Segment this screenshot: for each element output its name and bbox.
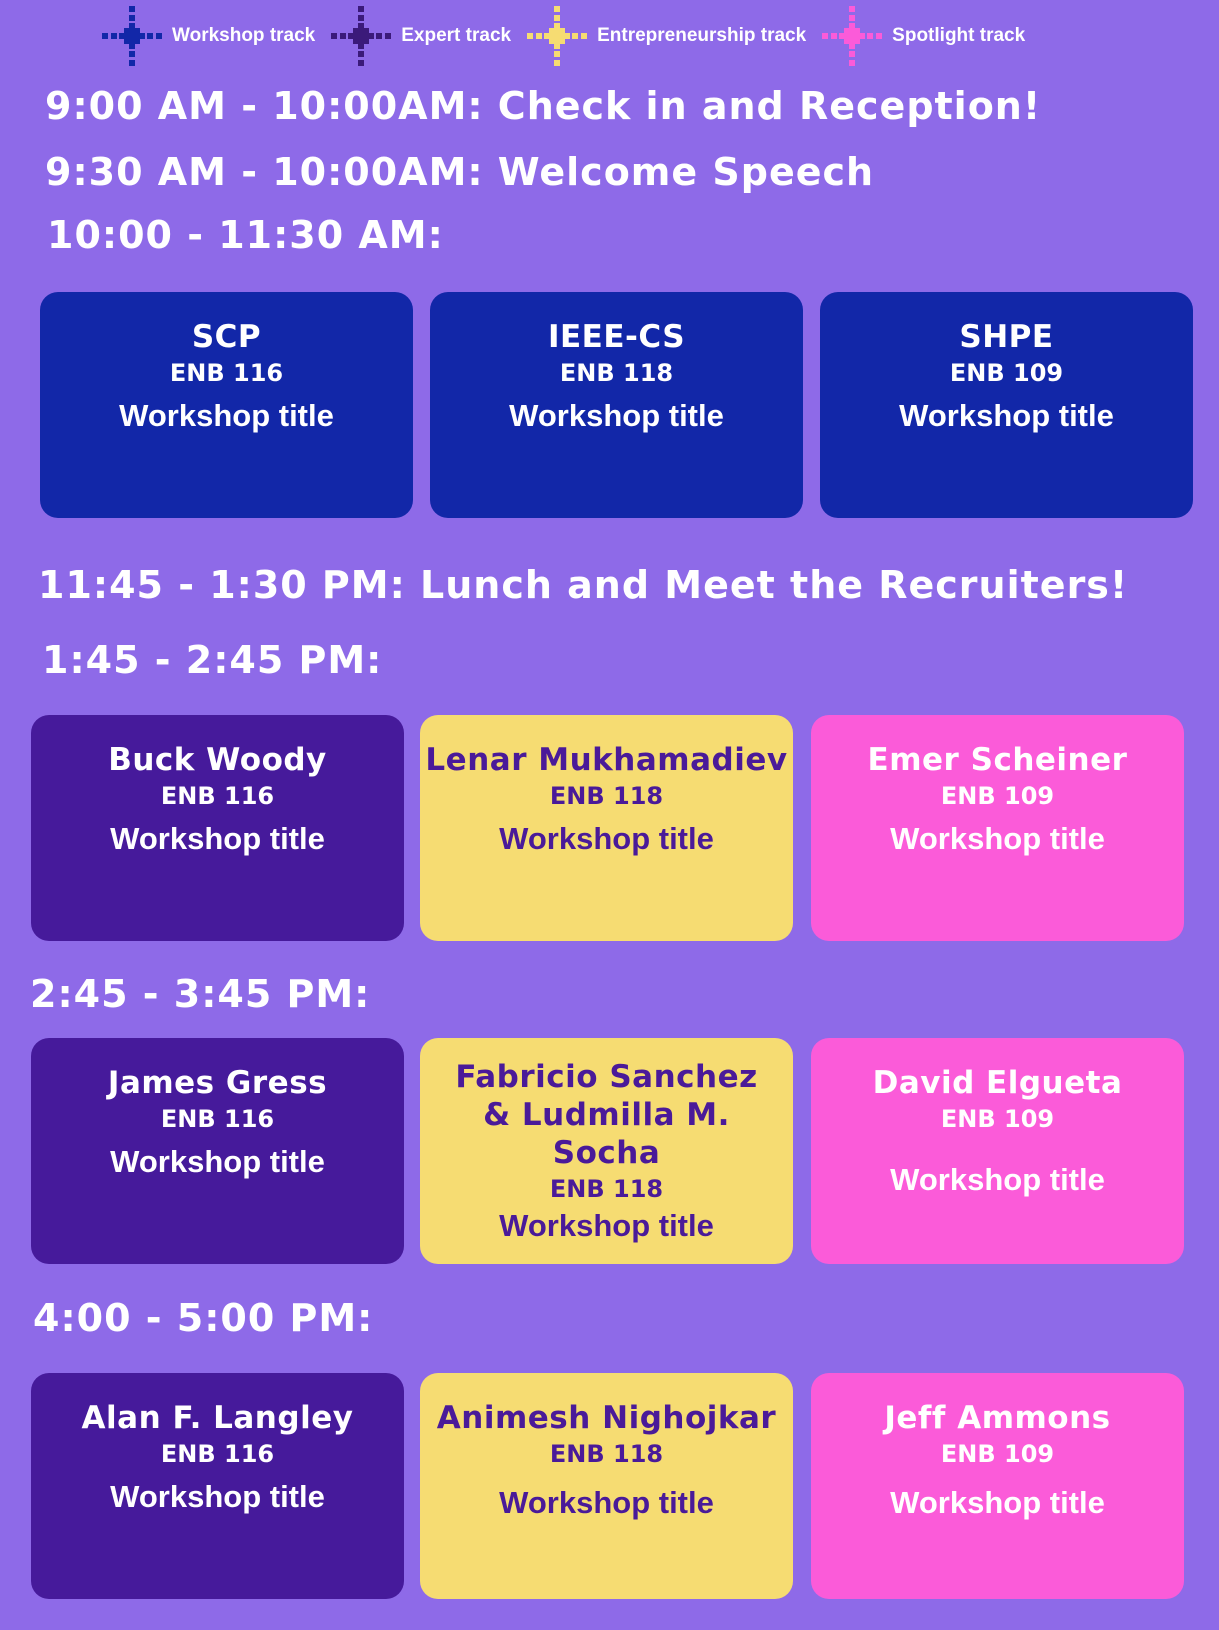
session-title: Workshop title (110, 1144, 325, 1179)
session-card[interactable]: Animesh Nighojkar ENB 118 Workshop title (420, 1373, 793, 1599)
legend-item-workshop: Workshop track (100, 4, 315, 68)
heading-slot1: 10:00 - 11:30 AM: (47, 213, 444, 257)
session-card[interactable]: James Gress ENB 116 Workshop title (31, 1038, 404, 1264)
legend-item-entrepreneurship: Entrepreneurship track (525, 4, 806, 68)
session-title: Workshop title (119, 398, 334, 433)
session-name: Buck Woody (108, 742, 327, 778)
session-name: Fabricio Sanchez & Ludmilla M. Socha (455, 1059, 758, 1171)
legend-item-expert: Expert track (329, 4, 511, 68)
session-card[interactable]: Lenar Mukhamadiev ENB 118 Workshop title (420, 715, 793, 941)
legend-label: Spotlight track (892, 25, 1026, 46)
session-card[interactable]: SCP ENB 116 Workshop title (40, 292, 413, 518)
session-name: David Elgueta (872, 1065, 1123, 1101)
session-card[interactable]: David Elgueta ENB 109 Workshop title (811, 1038, 1184, 1264)
heading-slot4: 4:00 - 5:00 PM: (33, 1296, 374, 1340)
session-room: ENB 116 (160, 1105, 275, 1133)
session-card[interactable]: Emer Scheiner ENB 109 Workshop title (811, 715, 1184, 941)
session-title: Workshop title (499, 1208, 714, 1243)
session-name: SHPE (959, 319, 1054, 355)
sparkle-icon (102, 6, 162, 66)
session-name: Alan F. Langley (81, 1400, 354, 1436)
session-room: ENB 118 (549, 1440, 664, 1468)
sparkle-icon (331, 6, 392, 66)
session-title: Workshop title (110, 821, 325, 856)
legend-label: Workshop track (172, 25, 316, 46)
session-room: ENB 116 (169, 359, 284, 387)
session-room: ENB 116 (160, 1440, 275, 1468)
track-legend: Workshop track Expert track Entrepreneur… (100, 4, 1039, 68)
slot2-row: Buck Woody ENB 116 Workshop title Lenar … (0, 715, 1219, 943)
session-name: Jeff Ammons (884, 1400, 1111, 1436)
session-card[interactable]: Jeff Ammons ENB 109 Workshop title (811, 1373, 1184, 1599)
sparkle-icon (527, 6, 588, 66)
session-room: ENB 109 (940, 1105, 1055, 1133)
session-title: Workshop title (509, 398, 724, 433)
legend-item-spotlight: Spotlight track (820, 4, 1025, 68)
heading-checkin: 9:00 AM - 10:00AM: Check in and Receptio… (45, 84, 1042, 128)
session-title: Workshop title (499, 1485, 714, 1520)
session-name: Emer Scheiner (867, 742, 1128, 778)
session-card[interactable]: IEEE-CS ENB 118 Workshop title (430, 292, 803, 518)
session-name: Animesh Nighojkar (436, 1400, 777, 1436)
session-name: IEEE-CS (547, 319, 686, 355)
session-room: ENB 118 (549, 782, 664, 810)
heading-welcome: 9:30 AM - 10:00AM: Welcome Speech (45, 150, 875, 194)
session-name: James Gress (107, 1065, 328, 1101)
session-card[interactable]: Buck Woody ENB 116 Workshop title (31, 715, 404, 941)
session-room: ENB 109 (940, 782, 1055, 810)
legend-label: Entrepreneurship track (597, 25, 807, 46)
session-name: Lenar Mukhamadiev (425, 742, 788, 778)
session-room: ENB 118 (559, 359, 674, 387)
session-room: ENB 118 (549, 1175, 664, 1203)
sparkle-icon (822, 6, 883, 66)
heading-slot3: 2:45 - 3:45 PM: (30, 972, 371, 1016)
session-card[interactable]: Alan F. Langley ENB 116 Workshop title (31, 1373, 404, 1599)
session-title: Workshop title (110, 1479, 325, 1514)
session-title: Workshop title (890, 1162, 1105, 1197)
session-title: Workshop title (899, 398, 1114, 433)
session-card[interactable]: SHPE ENB 109 Workshop title (820, 292, 1193, 518)
slot3-row: James Gress ENB 116 Workshop title Fabri… (0, 1038, 1219, 1266)
heading-lunch: 11:45 - 1:30 PM: Lunch and Meet the Recr… (38, 563, 1129, 607)
session-room: ENB 109 (940, 1440, 1055, 1468)
slot1-row: SCP ENB 116 Workshop title IEEE-CS ENB 1… (0, 292, 1219, 520)
session-card[interactable]: Fabricio Sanchez & Ludmilla M. Socha ENB… (420, 1038, 793, 1264)
session-title: Workshop title (499, 821, 714, 856)
slot4-row: Alan F. Langley ENB 116 Workshop title A… (0, 1373, 1219, 1601)
session-name: SCP (191, 319, 262, 355)
session-room: ENB 116 (160, 782, 275, 810)
session-title: Workshop title (890, 821, 1105, 856)
legend-label: Expert track (401, 25, 512, 46)
session-title: Workshop title (890, 1485, 1105, 1520)
heading-slot2: 1:45 - 2:45 PM: (42, 638, 383, 682)
session-room: ENB 109 (949, 359, 1064, 387)
